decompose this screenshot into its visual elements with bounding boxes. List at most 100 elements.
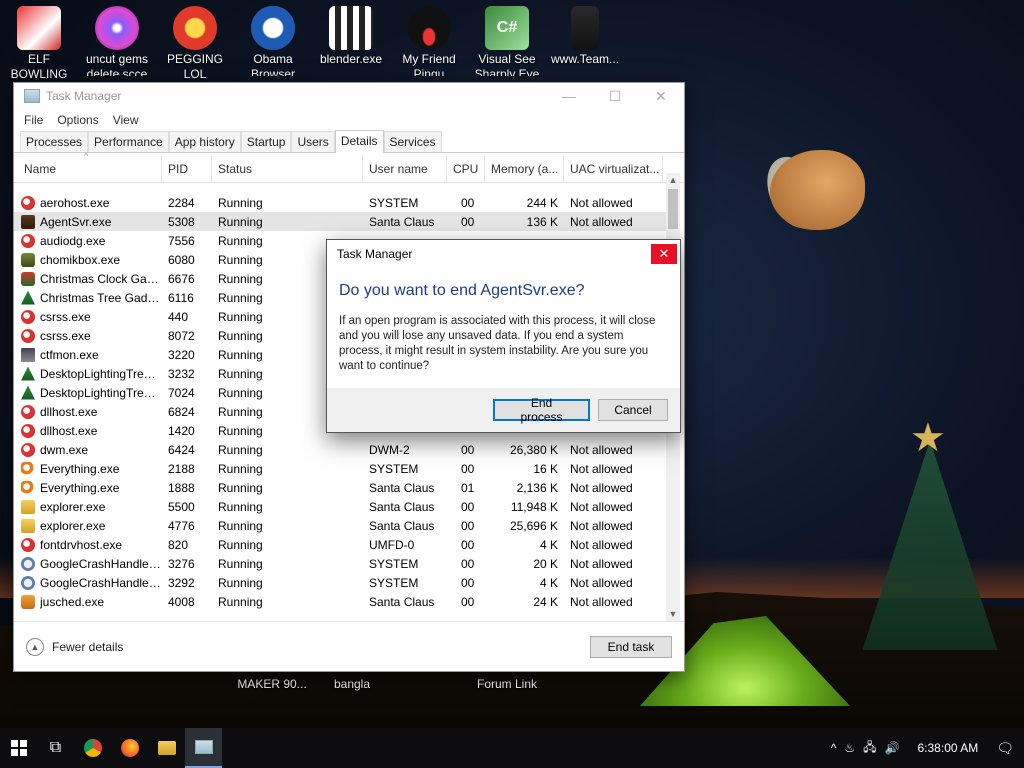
user-cell: UMFD-0 bbox=[369, 537, 415, 552]
app-tray-icon[interactable]: ♨ bbox=[844, 741, 855, 755]
desktop-icon-pegging-lol[interactable]: PEGGING LOL bbox=[156, 6, 234, 82]
file-explorer-taskbar-button[interactable] bbox=[148, 728, 185, 768]
scroll-up-icon[interactable]: ▲ bbox=[666, 173, 680, 187]
table-row[interactable]: explorer.exe 5500 Running Santa Claus 00 11,9… bbox=[14, 497, 666, 516]
desktop-icon-team-link[interactable]: www.Team... bbox=[546, 6, 624, 67]
clapperboard-icon bbox=[329, 6, 373, 50]
process-name: audiodg.exe bbox=[40, 233, 106, 248]
close-button[interactable]: ✕ bbox=[638, 83, 684, 109]
process-google-icon bbox=[21, 556, 35, 571]
network-icon[interactable]: 🖧 bbox=[863, 738, 876, 759]
desktop-icon-bottom-2[interactable]: bangla bbox=[313, 677, 391, 692]
user-cell: Santa Claus bbox=[369, 499, 435, 514]
column-user-name[interactable]: User name bbox=[363, 155, 447, 182]
menu-options[interactable]: Options bbox=[57, 113, 98, 127]
dialog-button-row: End process Cancel bbox=[327, 388, 680, 432]
process-name: explorer.exe bbox=[40, 518, 106, 533]
table-row[interactable]: AgentSvr.exe 5308 Running Santa Claus 00 136 … bbox=[14, 212, 666, 231]
desktop-icon-obama-browser[interactable]: Obama Browser bbox=[234, 6, 312, 76]
csharp-icon: C# bbox=[485, 6, 529, 50]
file-icon bbox=[571, 6, 599, 50]
user-cell: SYSTEM bbox=[369, 556, 419, 571]
table-row[interactable]: fontdrvhost.exe 820 Running UMFD-0 00 4 K Not … bbox=[14, 535, 666, 554]
end-task-button[interactable]: End task bbox=[590, 635, 672, 658]
desktop-icon-bottom-1[interactable]: MAKER 90... bbox=[233, 677, 311, 692]
user-cell: SYSTEM bbox=[369, 195, 419, 210]
desktop-icon-label-line2: Pingu bbox=[413, 67, 445, 76]
sort-caret-icon: ^ bbox=[84, 151, 89, 161]
desktop-icon-blender[interactable]: blender.exe bbox=[312, 6, 390, 67]
process-name: jusched.exe bbox=[40, 594, 105, 609]
memory-cell: 2,136 K bbox=[516, 480, 558, 495]
column-cpu[interactable]: CPU bbox=[447, 155, 485, 182]
process-name: csrss.exe bbox=[40, 328, 91, 343]
desktop-icon-pingu[interactable]: My Friend Pingu bbox=[390, 6, 468, 76]
process-default-icon bbox=[21, 328, 35, 343]
table-row[interactable]: GoogleCrashHandler.... 3276 Running SYSTEM 0… bbox=[14, 554, 666, 573]
tab-users[interactable]: Users bbox=[291, 131, 335, 152]
process-name-cell: explorer.exe bbox=[14, 499, 162, 514]
dialog-close-icon[interactable]: ✕ bbox=[651, 243, 677, 264]
end-process-button[interactable]: End process bbox=[493, 396, 590, 424]
clock[interactable]: 6:38:00 AM bbox=[908, 741, 989, 755]
cpu-cell: 00 bbox=[461, 537, 475, 552]
chrome-taskbar-button[interactable] bbox=[74, 728, 111, 768]
title-bar[interactable]: Task Manager — ☐ ✕ bbox=[14, 83, 684, 109]
table-row[interactable]: Everything.exe 2188 Running SYSTEM 00 16 K Not… bbox=[14, 459, 666, 478]
cancel-button[interactable]: Cancel bbox=[598, 399, 668, 421]
table-row[interactable]: explorer.exe 4776 Running Santa Claus 00 25,6… bbox=[14, 516, 666, 535]
tab-details[interactable]: Details bbox=[334, 130, 384, 153]
table-row[interactable]: aerohost.exe 2284 Running SYSTEM 00 244 K Not … bbox=[14, 193, 666, 212]
uac-cell: Not allowed bbox=[570, 556, 633, 571]
pid-cell: 5308 bbox=[168, 214, 195, 229]
chevron-up-icon: ▲ bbox=[26, 637, 44, 656]
table-row[interactable]: dwm.exe 6424 Running DWM-2 00 26,380 K Not all… bbox=[14, 440, 666, 459]
user-cell: Santa Claus bbox=[369, 480, 435, 495]
dialog-title-bar[interactable]: Task Manager ✕ bbox=[327, 240, 680, 267]
pid-cell: 7556 bbox=[168, 233, 195, 248]
memory-cell: 136 K bbox=[526, 214, 558, 229]
pid-cell: 3220 bbox=[168, 347, 195, 362]
table-row[interactable]: GoogleCrashHandler.... 3292 Running SYSTEM 0… bbox=[14, 573, 666, 592]
task-view-button[interactable]: ⧉ bbox=[37, 728, 74, 768]
fewer-details-toggle[interactable]: ▲ Fewer details bbox=[26, 637, 123, 656]
tree-star-icon: ★ bbox=[910, 416, 946, 460]
scroll-down-icon[interactable]: ▼ bbox=[666, 607, 680, 621]
column-uac-virtualization[interactable]: UAC virtualizat... bbox=[564, 155, 663, 182]
start-button[interactable] bbox=[0, 728, 37, 768]
maximize-button[interactable]: ☐ bbox=[592, 83, 638, 109]
column-pid[interactable]: PID bbox=[162, 155, 212, 182]
column-status[interactable]: Status bbox=[212, 155, 363, 182]
menu-file[interactable]: File bbox=[24, 113, 43, 127]
desktop-icon-elf-bowling[interactable]: ELF BOWLING bbox=[0, 6, 78, 82]
windows-logo-icon bbox=[10, 740, 27, 756]
process-ctf-icon bbox=[21, 347, 35, 362]
task-manager-icon bbox=[194, 740, 213, 754]
tab-services[interactable]: Services bbox=[383, 131, 442, 152]
task-manager-taskbar-button[interactable] bbox=[185, 728, 222, 768]
scroll-thumb[interactable] bbox=[668, 189, 678, 229]
desktop-icon-bottom-3[interactable]: Forum Link bbox=[468, 677, 546, 692]
firefox-taskbar-button[interactable] bbox=[111, 728, 148, 768]
process-name-cell: AgentSvr.exe bbox=[14, 214, 162, 229]
tab-app-history[interactable]: App history bbox=[168, 131, 241, 152]
show-hidden-icons-chevron-icon[interactable]: ^ bbox=[831, 741, 837, 755]
column-memory[interactable]: Memory (a... bbox=[485, 155, 564, 182]
process-tree-icon bbox=[21, 385, 35, 400]
desktop-icon-uncut-gems[interactable]: uncut gems delete scce bbox=[78, 6, 156, 76]
desktop-icon-visual-see[interactable]: C# Visual See Sharply Eve bbox=[468, 6, 546, 76]
tab-startup[interactable]: Startup bbox=[240, 131, 292, 152]
table-row[interactable]: Everything.exe 1888 Running Santa Claus 01 2,… bbox=[14, 478, 666, 497]
memory-cell: 244 K bbox=[526, 195, 558, 210]
minimize-button[interactable]: — bbox=[546, 83, 592, 109]
menu-view[interactable]: View bbox=[113, 113, 139, 127]
status-cell: Running bbox=[218, 594, 263, 609]
process-name-cell: GoogleCrashHandler.... bbox=[14, 575, 162, 590]
status-cell: Running bbox=[218, 499, 263, 514]
user-cell: DWM-2 bbox=[369, 442, 410, 457]
tab-processes[interactable]: Processes bbox=[20, 131, 89, 152]
table-row[interactable]: jusched.exe 4008 Running Santa Claus 00 24 K N… bbox=[14, 592, 666, 611]
tab-performance[interactable]: Performance bbox=[88, 131, 169, 152]
notifications-icon[interactable]: 🗨 bbox=[996, 740, 1014, 757]
volume-icon[interactable]: 🔊 bbox=[885, 741, 900, 755]
